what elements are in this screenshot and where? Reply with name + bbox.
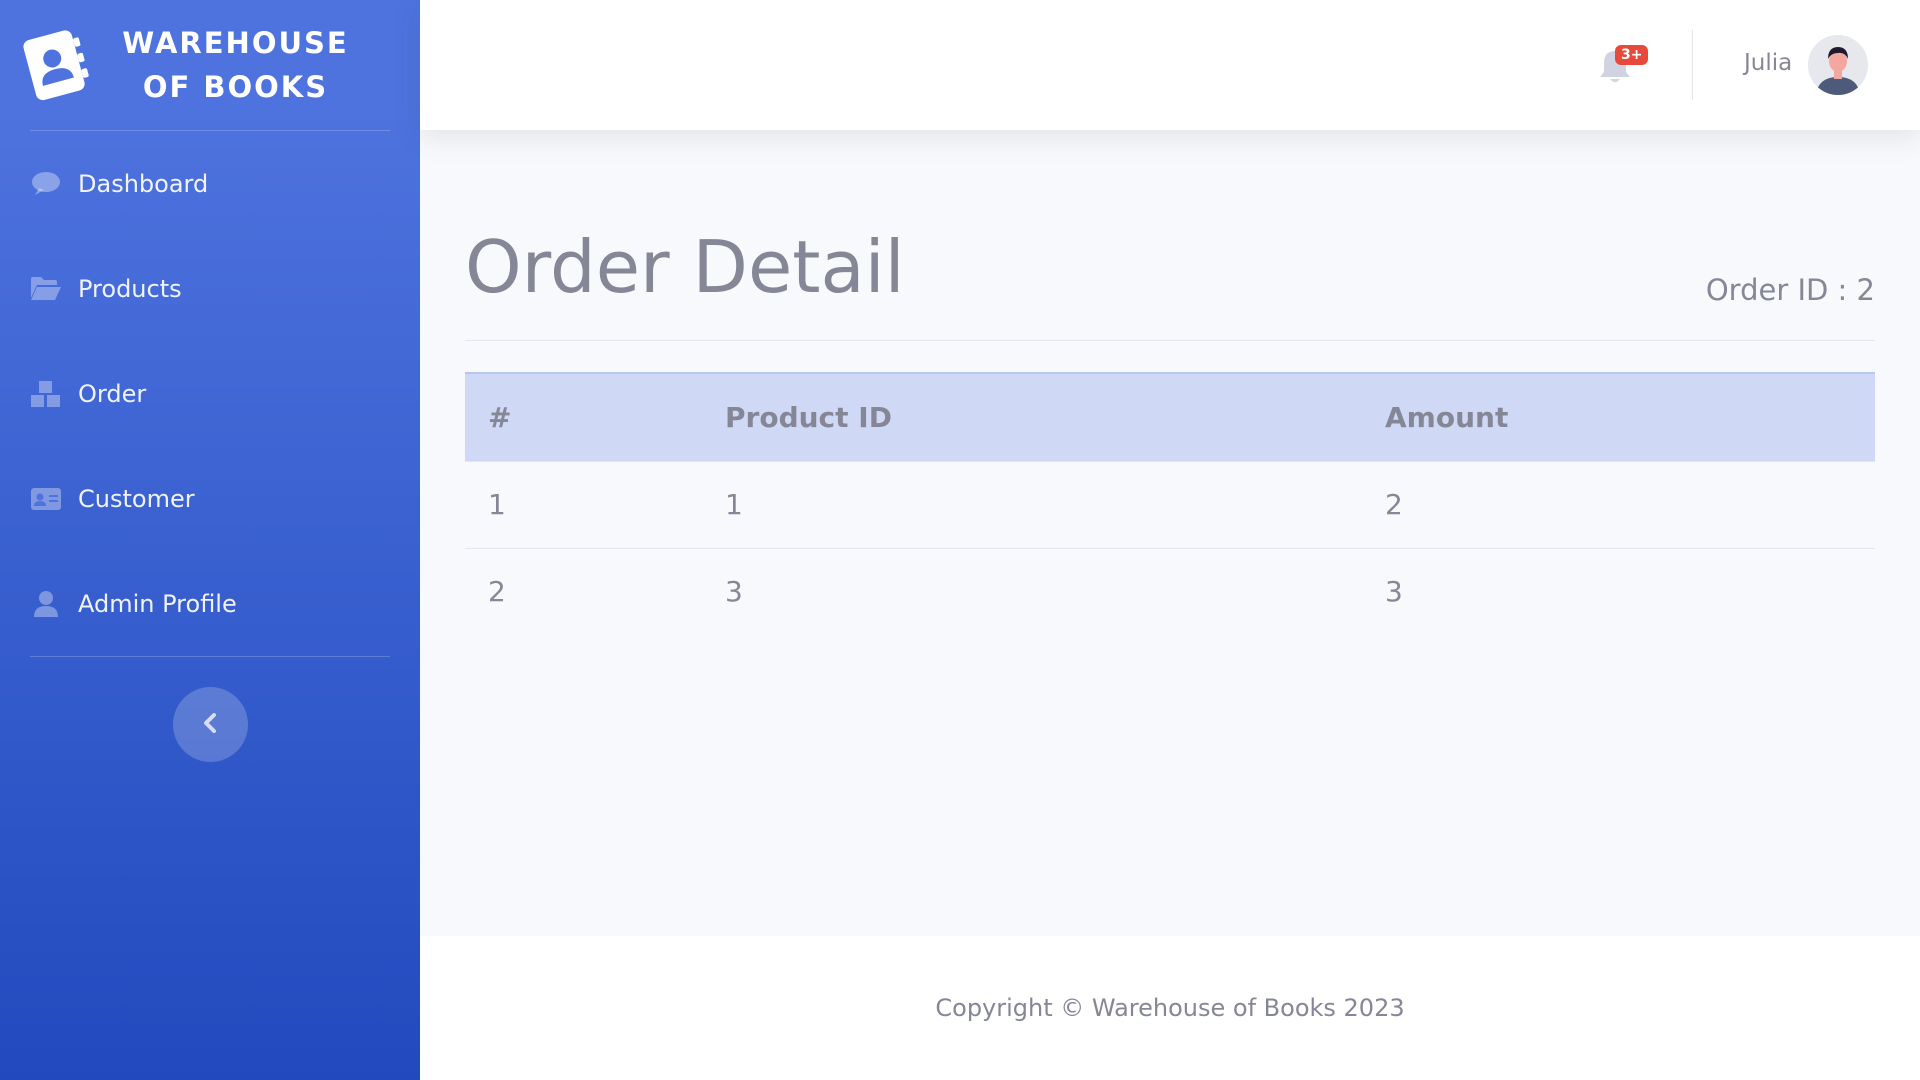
comment-icon <box>30 169 62 199</box>
column-header-index: # <box>488 400 512 434</box>
avatar[interactable] <box>1808 35 1868 95</box>
cell-amount: 3 <box>1385 575 1403 609</box>
id-card-icon <box>30 484 62 514</box>
order-id-label: Order ID : 2 <box>1705 273 1875 307</box>
sidebar-divider <box>30 656 390 657</box>
table-header-row: # Product ID Amount <box>465 373 1875 461</box>
sidebar-item-dashboard[interactable]: Dashboard <box>0 131 420 236</box>
cell-product-id: 1 <box>725 488 743 521</box>
column-header-product-id: Product ID <box>725 400 892 434</box>
cell-amount: 2 <box>1385 488 1403 521</box>
column-header-amount: Amount <box>1385 400 1509 434</box>
folder-open-icon <box>30 274 62 304</box>
user-name[interactable]: Julia <box>1744 50 1792 76</box>
alerts-badge: 3+ <box>1615 45 1649 65</box>
topbar-divider <box>1692 30 1693 100</box>
boxes-icon <box>30 379 62 409</box>
order-detail-table: # Product ID Amount 1 1 2 2 3 3 <box>465 372 1875 635</box>
sidebar-item-label: Products <box>78 274 182 303</box>
sidebar: Warehouse of Books Dashboard Products <box>0 0 420 1080</box>
table-row: 1 1 2 <box>465 461 1875 548</box>
sidebar-item-label: Customer <box>78 484 195 513</box>
table-row: 2 3 3 <box>465 548 1875 635</box>
brand-name: Warehouse of Books <box>122 26 349 104</box>
cell-product-id: 3 <box>725 575 743 609</box>
footer: Copyright © Warehouse of Books 2023 <box>420 936 1920 1080</box>
sidebar-item-customer[interactable]: Customer <box>0 446 420 551</box>
sidebar-item-label: Order <box>78 379 147 408</box>
sidebar-item-admin-profile[interactable]: Admin Profile <box>0 551 420 656</box>
chevron-left-icon <box>203 712 217 737</box>
page-title: Order Detail <box>465 225 905 309</box>
sidebar-item-label: Admin Profile <box>78 589 237 618</box>
cell-index: 2 <box>488 575 506 609</box>
sidebar-item-products[interactable]: Products <box>0 236 420 341</box>
sidebar-brand[interactable]: Warehouse of Books <box>0 0 420 130</box>
sidebar-item-label: Dashboard <box>78 169 209 198</box>
main-content: Order Detail Order ID : 2 # Product ID A… <box>420 130 1920 936</box>
topbar: 3+ Julia <box>420 0 1920 130</box>
sidebar-item-order[interactable]: Order <box>0 341 420 446</box>
title-divider <box>465 340 1875 341</box>
sidebar-toggle-button[interactable] <box>172 687 248 762</box>
copyright-text: Copyright © Warehouse of Books 2023 <box>935 994 1405 1022</box>
cell-index: 1 <box>488 488 506 521</box>
address-book-icon <box>14 22 96 109</box>
user-icon <box>30 589 62 619</box>
